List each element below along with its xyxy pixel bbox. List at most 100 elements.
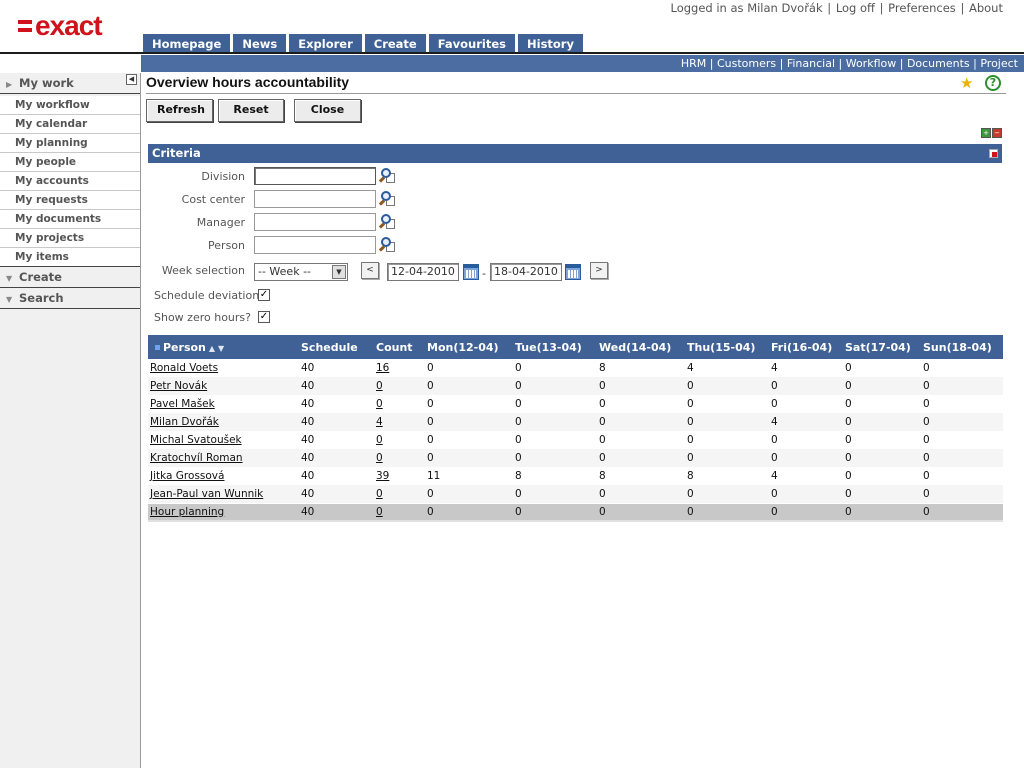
sidebar-item-my-workflow[interactable]: My workflow bbox=[0, 96, 140, 115]
sidebar-item-my-accounts[interactable]: My accounts bbox=[0, 172, 140, 191]
subnav-workflow[interactable]: Workflow bbox=[846, 57, 897, 70]
count-link[interactable]: 0 bbox=[376, 398, 383, 410]
person-link[interactable]: Hour planning bbox=[150, 506, 224, 518]
col-header-thu[interactable]: Thu(15-04) bbox=[684, 335, 768, 359]
manager-field[interactable] bbox=[254, 213, 376, 231]
col-header-sat[interactable]: Sat(17-04) bbox=[842, 335, 920, 359]
nav-tab-news[interactable]: News bbox=[233, 34, 287, 52]
count-link[interactable]: 0 bbox=[376, 380, 383, 392]
nav-tab-history[interactable]: History bbox=[518, 34, 583, 52]
person-link[interactable]: Ronald Voets bbox=[150, 362, 218, 374]
table-row: Milan Dvořák 40 4 0 0 0 0 4 0 0 bbox=[148, 413, 1003, 431]
person-lookup-icon[interactable] bbox=[378, 236, 396, 253]
table-cell: 40 bbox=[301, 362, 315, 374]
table-cell: 40 bbox=[298, 413, 373, 431]
criteria-toggle-icon[interactable] bbox=[989, 149, 998, 158]
count-link[interactable]: 39 bbox=[376, 470, 389, 482]
person-link[interactable]: Pavel Mašek bbox=[150, 398, 215, 410]
criteria-header: Criteria bbox=[148, 144, 1002, 163]
sidebar-section-search[interactable]: ▼ Search bbox=[0, 288, 140, 309]
calendar-to-icon[interactable] bbox=[565, 264, 581, 280]
logoff-link[interactable]: Log off bbox=[836, 1, 875, 15]
dropdown-arrow-icon[interactable]: ▼ bbox=[332, 265, 346, 279]
person-link[interactable]: Kratochvíl Roman bbox=[150, 452, 243, 464]
sidebar-item-my-requests[interactable]: My requests bbox=[0, 191, 140, 210]
sidebar-item-my-items[interactable]: My items bbox=[0, 248, 140, 267]
sidebar-item-my-documents[interactable]: My documents bbox=[0, 210, 140, 229]
table-cell: Michal Svatoušek bbox=[148, 431, 298, 449]
reset-button[interactable]: Reset bbox=[218, 99, 284, 122]
table-cell: 8 bbox=[687, 470, 694, 482]
col-header-sun[interactable]: Sun(18-04) bbox=[920, 335, 1003, 359]
table-cell: 8 bbox=[515, 470, 522, 482]
person-link[interactable]: Jitka Grossová bbox=[150, 470, 224, 482]
subnav-hrm[interactable]: HRM bbox=[681, 57, 706, 70]
col-header-fri[interactable]: Fri(16-04) bbox=[768, 335, 842, 359]
sort-descending-icon[interactable]: ▼ bbox=[218, 344, 224, 353]
col-header-mon[interactable]: Mon(12-04) bbox=[424, 335, 512, 359]
table-cell: 40 bbox=[301, 434, 315, 446]
sidebar-section-my-work[interactable]: ▶ My work ◀ bbox=[0, 73, 140, 94]
preferences-link[interactable]: Preferences bbox=[888, 1, 956, 15]
person-link[interactable]: Petr Novák bbox=[150, 380, 207, 392]
expand-all-icon[interactable]: + bbox=[981, 128, 991, 138]
date-to-field[interactable]: 18-04-2010 bbox=[490, 263, 562, 281]
count-link[interactable]: 16 bbox=[376, 362, 389, 374]
count-link[interactable]: 0 bbox=[376, 506, 383, 518]
person-field[interactable] bbox=[254, 236, 376, 254]
subnav-financial[interactable]: Financial bbox=[787, 57, 835, 70]
subnav-documents[interactable]: Documents bbox=[907, 57, 970, 70]
table-cell: 0 bbox=[684, 502, 768, 522]
week-selection-label: Week selection bbox=[161, 264, 245, 277]
close-button[interactable]: Close bbox=[294, 99, 361, 122]
refresh-button[interactable]: Refresh bbox=[146, 99, 213, 122]
count-link[interactable]: 0 bbox=[376, 488, 383, 500]
person-link[interactable]: Milan Dvořák bbox=[150, 416, 219, 428]
calendar-from-icon[interactable] bbox=[463, 264, 479, 280]
division-lookup-icon[interactable] bbox=[378, 167, 396, 184]
nav-tab-create[interactable]: Create bbox=[364, 34, 426, 52]
collapse-all-icon[interactable]: − bbox=[992, 128, 1002, 138]
cost-center-lookup-icon[interactable] bbox=[378, 190, 396, 207]
table-cell: 11 bbox=[427, 470, 441, 482]
sidebar-item-my-calendar[interactable]: My calendar bbox=[0, 115, 140, 134]
nav-tab-explorer[interactable]: Explorer bbox=[289, 34, 362, 52]
date-from-field[interactable]: 12-04-2010 bbox=[387, 263, 459, 281]
show-zero-hours-checkbox[interactable]: ✓ bbox=[258, 311, 270, 323]
col-header-schedule[interactable]: Schedule bbox=[298, 335, 373, 359]
help-icon[interactable]: ? bbox=[985, 75, 1001, 91]
nav-tab-favourites[interactable]: Favourites bbox=[428, 34, 515, 52]
about-link[interactable]: About bbox=[969, 1, 1003, 15]
nav-tab-homepage[interactable]: Homepage bbox=[143, 34, 231, 52]
sidebar-section-create[interactable]: ▼ Create bbox=[0, 267, 140, 288]
col-header-person[interactable]: Person ▲ ▼ bbox=[148, 335, 298, 359]
table-cell: Petr Novák bbox=[148, 377, 298, 395]
add-favourite-star-icon[interactable]: ★ bbox=[960, 75, 976, 91]
count-link[interactable]: 4 bbox=[376, 416, 383, 428]
next-week-button[interactable]: > bbox=[590, 262, 608, 279]
collapse-sidebar-icon[interactable]: ◀ bbox=[126, 74, 137, 85]
manager-lookup-icon[interactable] bbox=[378, 213, 396, 230]
table-row: Jitka Grossová 40 39 11 8 8 8 4 0 0 bbox=[148, 467, 1003, 485]
sort-ascending-icon[interactable]: ▲ bbox=[209, 344, 215, 353]
col-header-wed[interactable]: Wed(14-04) bbox=[596, 335, 684, 359]
subnav-customers[interactable]: Customers bbox=[717, 57, 776, 70]
col-header-count[interactable]: Count bbox=[373, 335, 424, 359]
sidebar-item-my-people[interactable]: My people bbox=[0, 153, 140, 172]
table-cell: 0 bbox=[596, 485, 684, 503]
week-select[interactable]: -- Week -- ▼ bbox=[254, 263, 348, 281]
schedule-deviation-checkbox[interactable]: ✓ bbox=[258, 289, 270, 301]
subnav-project[interactable]: Project bbox=[980, 57, 1018, 70]
count-link[interactable]: 0 bbox=[376, 452, 383, 464]
count-link[interactable]: 0 bbox=[376, 434, 383, 446]
person-link[interactable]: Jean-Paul van Wunnik bbox=[150, 488, 263, 500]
previous-week-button[interactable]: < bbox=[361, 262, 379, 279]
col-header-tue[interactable]: Tue(13-04) bbox=[512, 335, 596, 359]
person-link[interactable]: Michal Svatoušek bbox=[150, 434, 242, 446]
table-cell: 0 bbox=[684, 485, 768, 503]
division-field[interactable] bbox=[254, 167, 376, 185]
sidebar-item-my-planning[interactable]: My planning bbox=[0, 134, 140, 153]
cost-center-field[interactable] bbox=[254, 190, 376, 208]
sidebar-item-my-projects[interactable]: My projects bbox=[0, 229, 140, 248]
table-cell: 0 bbox=[920, 377, 1003, 395]
